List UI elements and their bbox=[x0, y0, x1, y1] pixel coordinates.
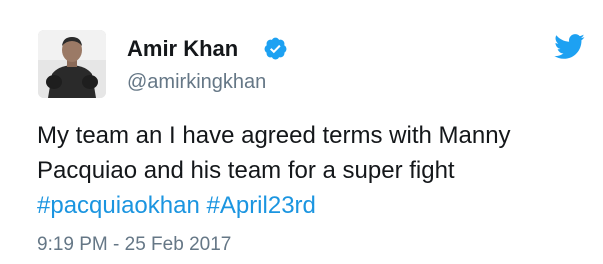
tweet-timestamp[interactable]: 9:19 PM - 25 Feb 2017 bbox=[37, 233, 231, 257]
twitter-bird-icon[interactable] bbox=[553, 33, 585, 60]
avatar-photo bbox=[38, 30, 106, 98]
verified-badge-icon bbox=[263, 36, 288, 61]
tweet-text: My team an I have agreed terms with Mann… bbox=[37, 118, 592, 223]
tweet-card: Amir Khan @amirkingkhan My team an I hav… bbox=[0, 0, 603, 264]
tweet-text-line-2: Pacquiao and his team for a super fight bbox=[37, 157, 455, 184]
tweet-text-line-1: My team an I have agreed terms with Mann… bbox=[37, 122, 511, 149]
author-handle[interactable]: @amirkingkhan bbox=[127, 70, 266, 94]
hashtag-pacquiaokhan[interactable]: #pacquiaokhan bbox=[37, 192, 200, 219]
avatar[interactable] bbox=[38, 30, 106, 98]
hashtag-april23rd[interactable]: #April23rd bbox=[206, 192, 315, 219]
tweet-hashtags: #pacquiaokhan #April23rd bbox=[37, 188, 592, 223]
author-display-name[interactable]: Amir Khan bbox=[127, 36, 238, 62]
